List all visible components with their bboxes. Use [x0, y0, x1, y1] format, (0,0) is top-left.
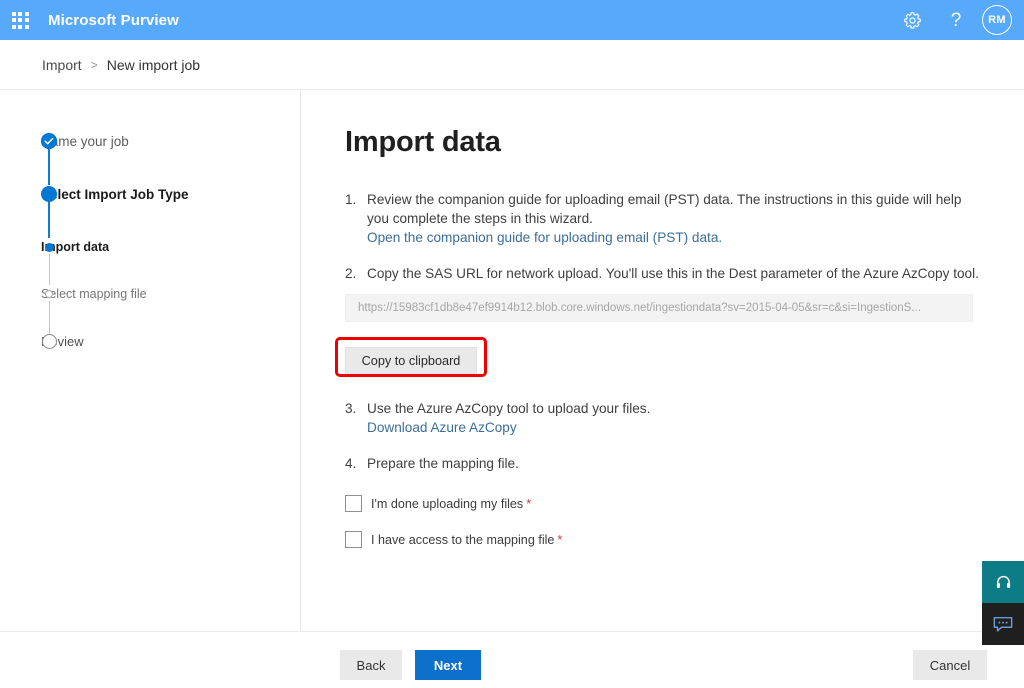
next-button[interactable]: Next — [415, 650, 481, 680]
back-button[interactable]: Back — [340, 650, 402, 680]
app-launcher-icon — [11, 11, 29, 29]
step-connector-1 — [48, 148, 50, 185]
chat-bubble-icon — [993, 616, 1013, 632]
step-label: Select Import Job Type — [41, 186, 189, 202]
breadcrumb-item-new-import-job: New import job — [106, 57, 201, 73]
step-current-icon — [41, 186, 57, 202]
checkbox-box[interactable] — [345, 495, 362, 512]
checkbox-label: I'm done uploading my files — [371, 496, 524, 511]
instruction-number: 3. — [345, 401, 357, 416]
confirmation-checkboxes: I'm done uploading my files * I have acc… — [345, 495, 984, 548]
instruction-number: 1. — [345, 192, 357, 207]
copy-to-clipboard-area: Copy to clipboard — [335, 337, 493, 377]
instruction-text: Use the Azure AzCopy tool to upload your… — [367, 401, 651, 416]
step-connector-3 — [48, 254, 50, 285]
page-title: Import data — [345, 126, 501, 158]
brand-title: Microsoft Purview — [48, 11, 179, 29]
sidebar-item-name-your-job[interactable]: Name your job — [0, 130, 129, 152]
sas-url-field[interactable]: https://15983cf1db8e47ef9914b12.blob.cor… — [345, 294, 973, 322]
footer-bar: Back Next Cancel — [0, 632, 1024, 688]
required-asterisk: * — [557, 532, 563, 547]
suite-header: Microsoft Purview ? RM — [0, 0, 1024, 40]
live-support-button[interactable] — [982, 561, 1024, 603]
step-pending-small-icon — [41, 290, 53, 298]
breadcrumb: Import > New import job — [0, 41, 1024, 90]
wizard-step-rail: Name your job Select Import Job Type Imp… — [0, 90, 300, 630]
sidebar-item-select-import-job-type[interactable]: Select Import Job Type — [0, 183, 189, 205]
checkbox-done-uploading[interactable]: I'm done uploading my files * — [345, 495, 531, 512]
sidebar-item-review[interactable]: Review — [0, 330, 84, 352]
question-mark-icon: ? — [950, 9, 962, 31]
companion-guide-link[interactable]: Open the companion guide for uploading e… — [367, 230, 722, 245]
step-connector-2 — [48, 201, 50, 238]
instruction-number: 4. — [345, 456, 357, 471]
instructions-list: 1. Review the companion guide for upload… — [335, 190, 984, 473]
instruction-item-3: 3. Use the Azure AzCopy tool to upload y… — [345, 399, 984, 437]
breadcrumb-item-import[interactable]: Import — [42, 57, 82, 73]
checkbox-label: I have access to the mapping file — [371, 532, 555, 547]
sidebar-item-select-mapping-file[interactable]: Select mapping file — [0, 283, 147, 305]
step-pending-icon — [41, 333, 57, 349]
instruction-text: Review the companion guide for uploading… — [367, 192, 962, 226]
required-asterisk: * — [526, 496, 532, 511]
instruction-number: 2. — [345, 266, 357, 281]
checkbox-mapping-file-access[interactable]: I have access to the mapping file * — [345, 531, 562, 548]
sidebar-item-import-data[interactable]: Import data — [0, 236, 109, 258]
breadcrumb-separator-icon: > — [90, 58, 98, 72]
checkbox-box[interactable] — [345, 531, 362, 548]
settings-button[interactable] — [890, 0, 934, 40]
support-widgets — [982, 561, 1024, 645]
app-launcher-button[interactable] — [0, 0, 40, 40]
cancel-button[interactable]: Cancel — [913, 650, 987, 680]
download-azcopy-link[interactable]: Download Azure AzCopy — [367, 420, 517, 435]
instruction-item-4: 4. Prepare the mapping file. — [345, 454, 984, 473]
instruction-text: Prepare the mapping file. — [367, 456, 519, 471]
avatar[interactable]: RM — [982, 5, 1012, 35]
main-content: Import data 1. Review the companion guid… — [301, 90, 1024, 631]
instruction-item-2: 2. Copy the SAS URL for network upload. … — [345, 264, 984, 322]
copy-to-clipboard-button[interactable]: Copy to clipboard — [345, 347, 477, 375]
help-button[interactable]: ? — [934, 0, 978, 40]
instruction-text: Copy the SAS URL for network upload. You… — [367, 266, 979, 281]
headset-icon — [996, 575, 1010, 588]
step-label: Select mapping file — [41, 287, 147, 301]
suite-actions: ? RM — [890, 0, 1024, 40]
instruction-item-1: 1. Review the companion guide for upload… — [345, 190, 984, 247]
gear-icon — [903, 11, 921, 29]
step-completed-icon — [41, 133, 57, 149]
step-active-dot-icon — [41, 242, 54, 252]
feedback-button[interactable] — [982, 603, 1024, 645]
